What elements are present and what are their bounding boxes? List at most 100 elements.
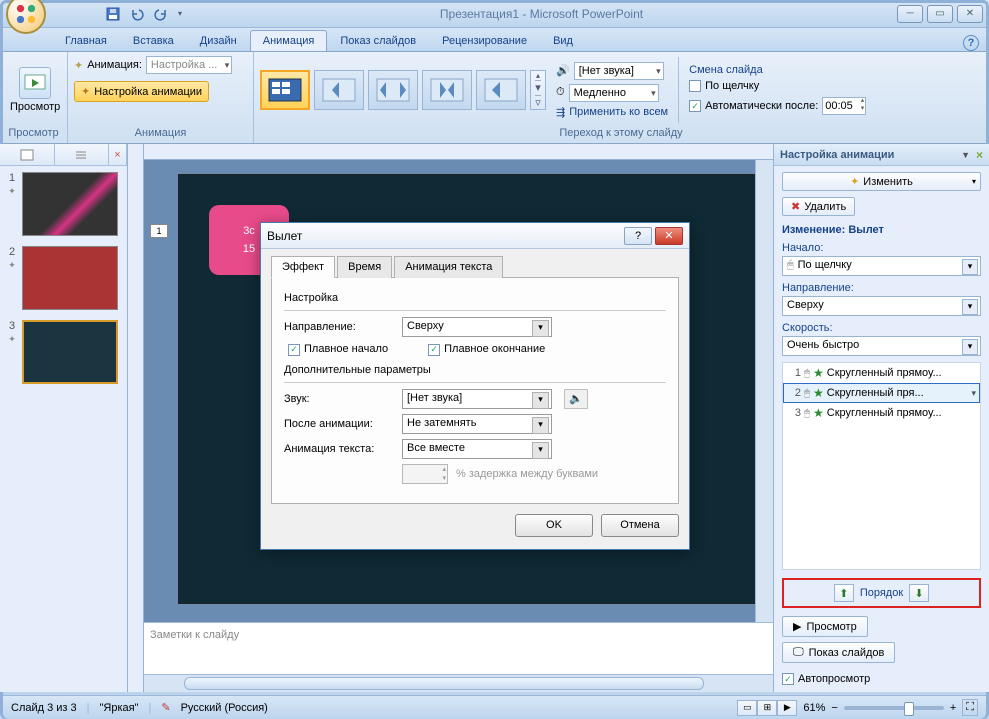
zoom-out-button[interactable]: − <box>831 702 837 714</box>
dialog-tab-timing[interactable]: Время <box>337 256 392 278</box>
zoom-in-button[interactable]: + <box>950 702 956 714</box>
animation-item-1[interactable]: 1🖱★Скругленный прямоу... <box>783 363 980 383</box>
advance-slide-header: Смена слайда <box>689 64 866 76</box>
fit-window-button[interactable]: ⛶ <box>962 699 978 716</box>
horizontal-scrollbar[interactable] <box>144 674 773 692</box>
ok-button[interactable]: OK <box>515 514 593 537</box>
zoom-percent[interactable]: 61% <box>803 702 825 714</box>
auto-after-checkbox[interactable]: ✓ <box>689 100 701 112</box>
normal-view-button[interactable]: ▭ <box>737 700 757 716</box>
thumbnails-close[interactable]: × <box>109 144 127 165</box>
maximize-button[interactable]: ▭ <box>927 5 953 23</box>
move-up-button[interactable]: ⬆ <box>834 584 854 602</box>
textanim-field-combo[interactable]: Все вместе <box>402 439 552 459</box>
zoom-slider[interactable] <box>844 706 944 710</box>
dialog-tab-textanim[interactable]: Анимация текста <box>394 256 503 278</box>
slideshow-view-button[interactable]: ▶ <box>777 700 797 716</box>
delete-effect-button[interactable]: ✖Удалить <box>782 197 855 216</box>
tab-insert[interactable]: Вставка <box>120 30 187 51</box>
apply-all-button[interactable]: ⇶Применить ко всем <box>556 106 668 119</box>
on-click-checkbox[interactable] <box>689 80 701 92</box>
transition-3[interactable] <box>422 70 472 110</box>
taskpane-menu-icon[interactable]: ▼ <box>961 150 970 160</box>
status-theme: "Яркая" <box>100 702 139 714</box>
minimize-button[interactable]: ─ <box>897 5 923 23</box>
sound-field-combo[interactable]: [Нет звука] <box>402 389 552 409</box>
slideshow-button[interactable]: 🖵Показ слайдов <box>782 642 895 663</box>
effect-icon: ★ <box>813 386 824 400</box>
smooth-end-checkbox[interactable]: ✓Плавное окончание <box>428 343 545 356</box>
gallery-more[interactable]: ▴▾▿ <box>530 70 546 110</box>
status-bar: Слайд 3 из 3 | "Яркая" | ✎ Русский (Росс… <box>3 695 986 719</box>
dialog-help-button[interactable]: ? <box>624 227 652 245</box>
after-field-combo[interactable]: Не затемнять <box>402 414 552 434</box>
preview-label: Просмотр <box>10 101 60 113</box>
tab-animations[interactable]: Анимация <box>250 30 328 51</box>
animation-item-3[interactable]: 3🖱★Скругленный прямоу... <box>783 403 980 423</box>
direction-combo[interactable]: Сверху <box>782 296 981 316</box>
transition-2[interactable] <box>368 70 418 110</box>
spellcheck-icon[interactable]: ✎ <box>161 701 170 714</box>
autopreview-checkbox[interactable]: ✓ <box>782 673 794 685</box>
save-icon[interactable] <box>102 3 124 25</box>
transition-gallery[interactable] <box>260 70 526 110</box>
on-click-label: По щелчку <box>705 80 759 92</box>
animation-combo[interactable]: Настройка ... <box>146 56 232 74</box>
scroll-thumb[interactable] <box>184 677 704 690</box>
redo-icon[interactable] <box>150 3 172 25</box>
transition-none[interactable] <box>260 70 310 110</box>
mouse-icon: 🖱 <box>804 388 810 399</box>
speed-icon: ⏱ <box>556 86 565 99</box>
mouse-icon: 🖱 <box>804 368 810 379</box>
transition-4[interactable] <box>476 70 526 110</box>
tab-slideshow[interactable]: Показ слайдов <box>327 30 429 51</box>
tab-view[interactable]: Вид <box>540 30 586 51</box>
dialog-titlebar[interactable]: Вылет ? ✕ <box>261 223 689 249</box>
help-icon[interactable]: ? <box>963 35 979 51</box>
auto-after-label: Автоматически после: <box>705 100 818 112</box>
auto-after-spinner[interactable]: 00:05 <box>822 97 866 115</box>
qat-dropdown-icon[interactable]: ▾ <box>174 3 186 25</box>
thumbnails-tab-slides[interactable] <box>0 144 55 165</box>
thumbnails-tab-outline[interactable] <box>55 144 110 165</box>
dialog-close-button[interactable]: ✕ <box>655 227 683 245</box>
sound-volume-button[interactable]: 🔈 <box>564 389 588 409</box>
animation-item-2[interactable]: 2🖱★Скругленный пря... <box>783 383 980 403</box>
animation-order-tag[interactable]: 1 <box>150 224 168 238</box>
direction-label: Направление: <box>782 282 981 294</box>
play-button[interactable]: ▶Просмотр <box>782 616 868 637</box>
preview-button[interactable]: Просмотр <box>6 65 64 115</box>
start-combo[interactable]: 🖱По щелчку <box>782 256 981 276</box>
taskpane-close[interactable]: × <box>976 148 983 162</box>
transition-speed-combo[interactable]: Медленно <box>569 84 659 102</box>
direction-field-combo[interactable]: Сверху <box>402 317 552 337</box>
slide-thumb-2[interactable]: 2✦ <box>6 246 121 310</box>
animation-label: Анимация: <box>87 59 142 71</box>
custom-animation-button[interactable]: ✦Настройка анимации <box>74 81 209 102</box>
vertical-scrollbar[interactable] <box>755 160 773 622</box>
sorter-view-button[interactable]: ⊞ <box>757 700 777 716</box>
slide-thumb-3[interactable]: 3✦ <box>6 320 121 384</box>
speaker-icon: 🔈 <box>569 392 583 405</box>
transition-sound-combo[interactable]: [Нет звука] <box>574 62 664 80</box>
cancel-button[interactable]: Отмена <box>601 514 679 537</box>
star-icon: ✦ <box>74 59 83 72</box>
tab-design[interactable]: Дизайн <box>187 30 250 51</box>
mouse-icon: 🖱 <box>804 408 810 419</box>
after-field-label: После анимации: <box>284 418 394 430</box>
tab-home[interactable]: Главная <box>52 30 120 51</box>
notes-pane[interactable]: Заметки к слайду <box>144 622 773 674</box>
transition-1[interactable] <box>314 70 364 110</box>
smooth-start-checkbox[interactable]: ✓Плавное начало <box>288 343 388 356</box>
status-language[interactable]: Русский (Россия) <box>181 702 268 714</box>
change-effect-button[interactable]: ✦Изменить▾ <box>782 172 981 191</box>
tab-review[interactable]: Рецензирование <box>429 30 540 51</box>
dialog-tab-effect[interactable]: Эффект <box>271 256 335 278</box>
move-down-button[interactable]: ⬇ <box>909 584 929 602</box>
undo-icon[interactable] <box>126 3 148 25</box>
speed-combo[interactable]: Очень быстро <box>782 336 981 356</box>
apply-icon: ⇶ <box>556 106 565 119</box>
speed-label: Скорость: <box>782 322 981 334</box>
close-button[interactable]: ✕ <box>957 5 983 23</box>
slide-thumb-1[interactable]: 1✦ <box>6 172 121 236</box>
